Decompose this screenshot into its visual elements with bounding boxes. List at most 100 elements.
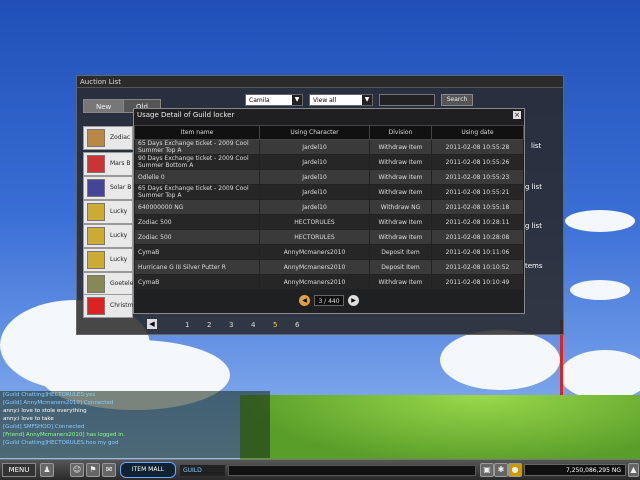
screenshot-icon[interactable]: ▣ xyxy=(480,463,494,477)
next-page-icon[interactable]: ▶ xyxy=(348,295,359,306)
table-cell: Withdraw Item xyxy=(369,184,432,200)
right-label[interactable]: list xyxy=(531,142,541,150)
table-cell: Withdraw Item xyxy=(369,154,432,170)
chevron-down-icon: ▼ xyxy=(292,95,302,105)
table-cell: Zodiac 500 xyxy=(134,229,260,245)
page-link[interactable]: 1 xyxy=(185,321,189,329)
table-cell: Withdraw Item xyxy=(369,274,432,290)
chat-input[interactable] xyxy=(228,465,476,476)
page-link[interactable]: 4 xyxy=(251,321,255,329)
right-label[interactable]: g list xyxy=(525,222,542,230)
column-header: Using Character xyxy=(259,125,370,140)
popup-title: Usage Detail of Guild locker xyxy=(137,111,235,119)
item-icon xyxy=(87,155,105,173)
first-page-icon[interactable]: ◀ xyxy=(147,319,157,329)
item-icon xyxy=(87,203,105,221)
expand-icon[interactable]: ▲ xyxy=(628,463,639,477)
list-item-label: Lucky xyxy=(110,232,128,239)
table-cell: 640000000 NG xyxy=(134,199,260,215)
list-item[interactable]: Solar B xyxy=(83,176,133,200)
money-display: 7,250,086,295 NG xyxy=(524,464,626,476)
table-cell: 2011-02-08 10:55:21 xyxy=(431,184,524,200)
close-icon[interactable]: × xyxy=(513,111,521,119)
search-button[interactable]: Search xyxy=(441,94,473,106)
table-row[interactable]: 90 Days Exchange ticket - 2009 Cool Summ… xyxy=(134,154,524,170)
table-row[interactable]: 65 Days Exchange ticket - 2009 Cool Summ… xyxy=(134,139,524,155)
table-cell: Jardel10 xyxy=(259,139,370,155)
table-row[interactable]: Hurricane G III Silver Putter R AnnyMcman… xyxy=(134,259,524,275)
cloud xyxy=(560,350,640,400)
table-row[interactable]: Zodiac 500 HECTORULES Withdraw Item 2011-02… xyxy=(134,229,524,245)
server-select[interactable]: Camila ▼ xyxy=(245,94,303,106)
item-icon xyxy=(87,179,105,197)
guild-icon[interactable]: ⚑ xyxy=(86,463,100,477)
grass-field xyxy=(240,395,640,465)
mail-icon[interactable]: ✉ xyxy=(102,463,116,477)
chat-line: [Guild Chatting]HECTORULES:hoo my god xyxy=(3,440,119,446)
friends-icon[interactable]: ☺ xyxy=(70,463,84,477)
table-row[interactable]: Odlelle 0 Jardel10 Withdraw Item 2011-02-08… xyxy=(134,169,524,185)
table-row[interactable]: 65 Days Exchange ticket - 2009 Cool Summ… xyxy=(134,184,524,200)
chat-log: [Guild Chatting]HECTORULES:yes [Guild] A… xyxy=(0,391,270,458)
search-input[interactable] xyxy=(379,94,435,106)
page-link[interactable]: 3 xyxy=(229,321,233,329)
table-row[interactable]: 640000000 NG Jardel10 Withdraw NG 2011-02-0… xyxy=(134,199,524,215)
list-item-label: Lucky xyxy=(110,208,128,215)
gear-icon[interactable]: ✱ xyxy=(494,463,508,477)
table-cell: Withdraw NG xyxy=(369,199,432,215)
table-cell: Jardel10 xyxy=(259,169,370,185)
table-cell: Withdraw Item xyxy=(369,229,432,245)
table-cell: 2011-02-08 10:28:11 xyxy=(431,214,524,230)
page-link[interactable]: 6 xyxy=(295,321,299,329)
server-select-value: Camila xyxy=(249,97,270,104)
tab-new[interactable]: New xyxy=(83,99,125,113)
list-item[interactable]: Goetele xyxy=(83,272,133,296)
table-cell: Deposit Item xyxy=(369,259,432,275)
table-cell: Withdraw Item xyxy=(369,169,432,185)
table-cell: CymaB xyxy=(134,244,260,260)
menu-button[interactable]: MENU xyxy=(2,463,36,477)
chat-channel-label[interactable]: GUILD xyxy=(180,465,225,476)
list-item-label: Solar B xyxy=(110,184,132,191)
list-item[interactable]: Lucky xyxy=(83,248,133,272)
list-item-label: Lucky xyxy=(110,256,128,263)
table-row[interactable]: CymaB AnnyMcmaners2010 Deposit Item 2011-02… xyxy=(134,244,524,260)
prev-page-icon[interactable]: ◀ xyxy=(299,295,310,306)
table-cell: 65 Days Exchange ticket - 2009 Cool Summ… xyxy=(134,184,260,200)
table-row[interactable]: Zodiac 500 HECTORULES Withdraw Item 2011-02… xyxy=(134,214,524,230)
filter-select[interactable]: View all ▼ xyxy=(309,94,373,106)
money-icon: ● xyxy=(508,463,522,477)
list-item-label: Mars B xyxy=(110,160,131,167)
table-row[interactable]: CymaB AnnyMcmaners2010 Withdraw Item 2011-0… xyxy=(134,274,524,290)
table-cell: Zodiac 500 xyxy=(134,214,260,230)
table-cell: Jardel10 xyxy=(259,199,370,215)
right-label[interactable]: g list xyxy=(525,183,542,191)
page-link[interactable]: 5 xyxy=(273,321,277,329)
cloud xyxy=(570,280,630,300)
column-header: Division xyxy=(369,125,432,140)
right-label[interactable]: tems xyxy=(525,262,543,270)
table-cell: CymaB xyxy=(134,274,260,290)
page-count: 3 / 440 xyxy=(314,295,344,306)
chat-line: [Guild Chatting]HECTORULES:yes xyxy=(3,392,96,398)
chevron-down-icon: ▼ xyxy=(362,95,372,105)
table-cell: Jardel10 xyxy=(259,184,370,200)
table-cell: 2011-02-08 10:55:28 xyxy=(431,139,524,155)
chat-line: [Guild] SMFSHOO] Connected xyxy=(3,424,85,430)
table-cell: 90 Days Exchange ticket - 2009 Cool Summ… xyxy=(134,154,260,170)
table-cell: 2011-02-08 10:55:18 xyxy=(431,199,524,215)
item-icon xyxy=(87,129,105,147)
item-icon xyxy=(87,297,105,315)
cloud xyxy=(440,330,560,390)
list-item[interactable]: Zodiac xyxy=(83,126,133,150)
list-item[interactable]: Mars B xyxy=(83,152,133,176)
cloud xyxy=(565,210,635,232)
table-cell: 65 Days Exchange ticket - 2009 Cool Summ… xyxy=(134,139,260,155)
list-item[interactable]: Lucky xyxy=(83,200,133,224)
table-cell: 2011-02-08 10:11:06 xyxy=(431,244,524,260)
page-link[interactable]: 2 xyxy=(207,321,211,329)
character-icon[interactable]: ♟ xyxy=(40,463,54,477)
itemmall-button[interactable]: ITEM MALL xyxy=(120,462,176,478)
list-item[interactable]: Christm xyxy=(83,294,133,318)
list-item[interactable]: Lucky xyxy=(83,224,133,248)
